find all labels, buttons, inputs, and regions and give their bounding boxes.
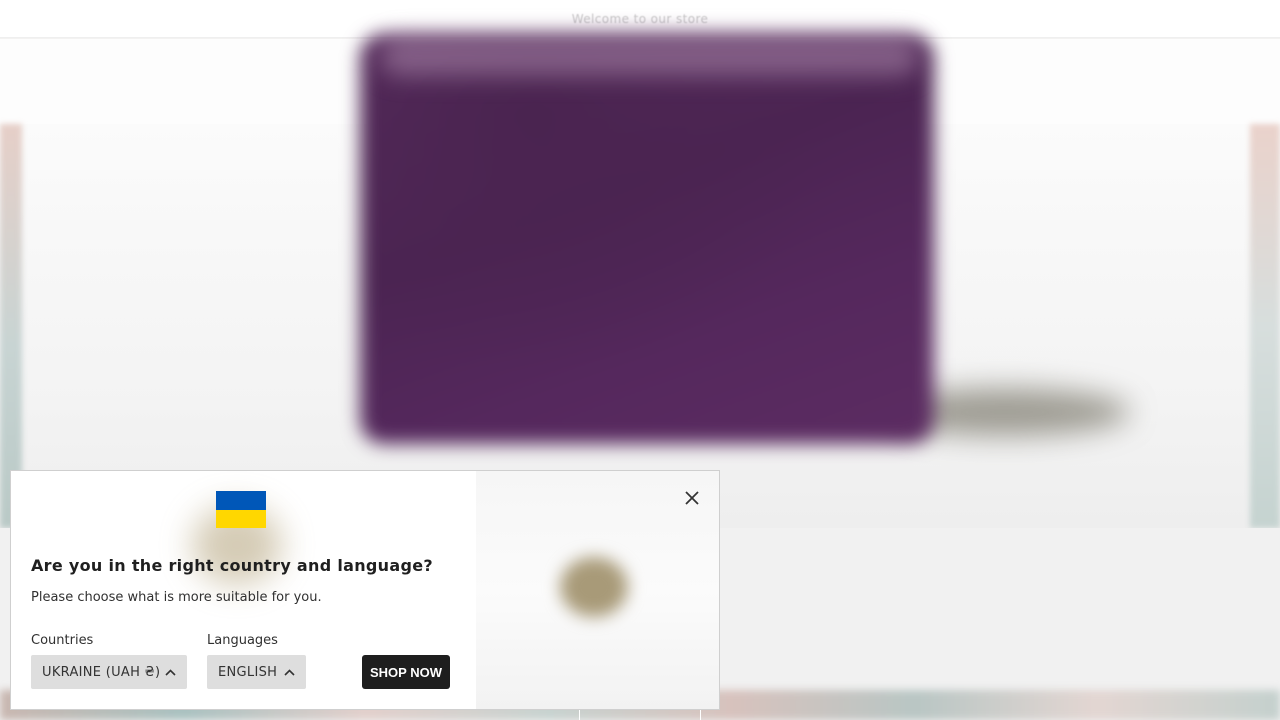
chevron-up-icon (283, 666, 295, 678)
country-select-value: UKRAINE (UAH ₴) (42, 664, 161, 680)
popup-title: Are you in the right country and languag… (31, 556, 433, 575)
flag-top-stripe (216, 491, 266, 510)
close-button[interactable] (682, 488, 702, 508)
close-icon (685, 491, 699, 505)
language-select-value: ENGLISH (218, 664, 278, 680)
hero-edge-decoration (1250, 124, 1280, 528)
flag-bottom-stripe (216, 509, 266, 528)
popup-subtitle: Please choose what is more suitable for … (31, 590, 322, 605)
shop-now-button[interactable]: SHOP NOW (362, 655, 450, 689)
product-image-highlight (380, 36, 920, 76)
language-select[interactable]: ENGLISH (207, 655, 306, 689)
chevron-up-icon (164, 666, 176, 678)
announcement-text: Welcome to our store (571, 11, 709, 26)
product-image (360, 34, 934, 444)
countries-label: Countries (31, 633, 94, 648)
popup-image-object (560, 557, 628, 617)
hero-edge-decoration (0, 124, 22, 528)
announcement-bar: Welcome to our store (0, 0, 1280, 38)
ukraine-flag-icon (216, 491, 266, 528)
country-select[interactable]: UKRAINE (UAH ₴) (31, 655, 187, 689)
languages-label: Languages (207, 633, 278, 648)
